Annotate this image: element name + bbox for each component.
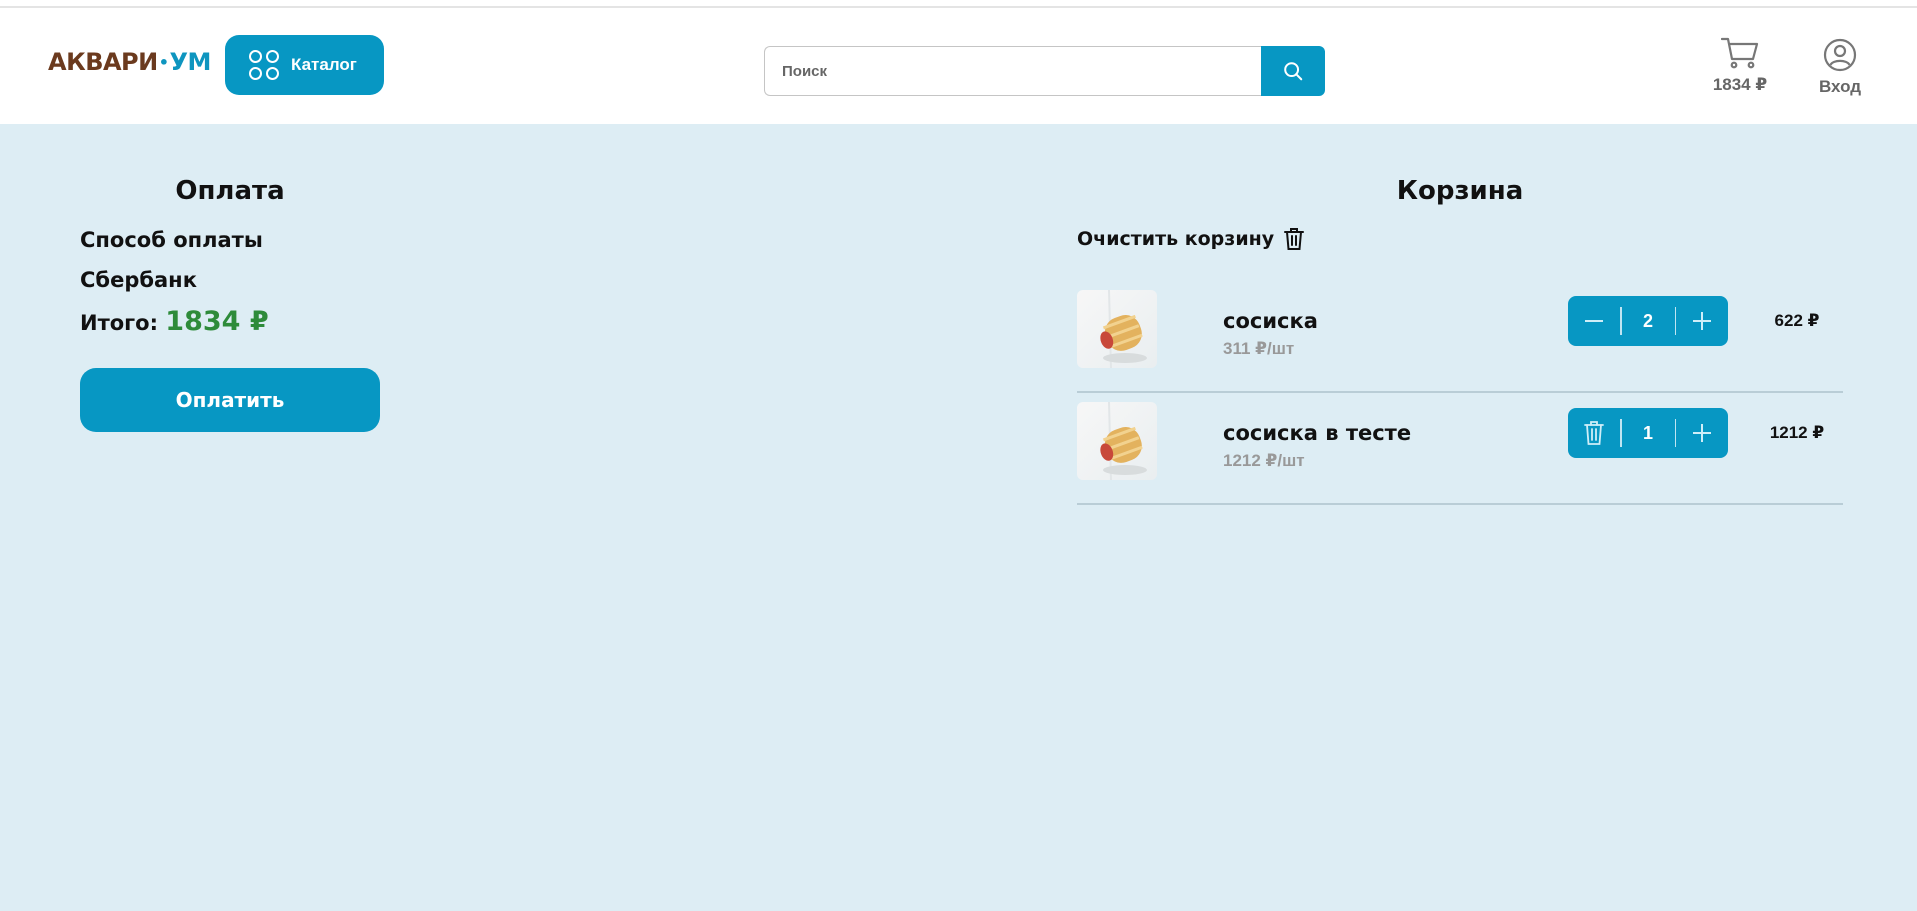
- payment-title: Оплата: [175, 176, 285, 206]
- logo-dot: •: [158, 52, 169, 72]
- remove-item-button[interactable]: [1568, 408, 1620, 458]
- increase-button[interactable]: [1676, 296, 1728, 346]
- catalog-grid-icon: [249, 50, 279, 80]
- decrease-button[interactable]: [1568, 296, 1620, 346]
- header-cart[interactable]: 1834 ₽: [1700, 36, 1780, 95]
- sausage-roll-image: [1100, 290, 1147, 368]
- product-unit-price: 1212 ₽/шт: [1223, 451, 1305, 470]
- item-total-price: 622 ₽: [1774, 311, 1820, 330]
- quantity-stepper: 1: [1568, 408, 1728, 458]
- product-image[interactable]: [1077, 402, 1157, 480]
- catalog-label: Каталог: [291, 55, 357, 74]
- site-logo[interactable]: АКВАРИ • УМ: [48, 48, 211, 76]
- site-header: АКВАРИ•УМ Каталог 1834 ₽ Вход: [0, 6, 1917, 124]
- clear-cart-button[interactable]: Очистить корзину: [1077, 227, 1305, 251]
- minus-icon: [1585, 320, 1603, 322]
- login-button[interactable]: Вход: [1818, 38, 1862, 97]
- total-value: 1834 ₽: [165, 306, 269, 337]
- quantity-stepper: 2: [1568, 296, 1728, 346]
- cart-item: сосиска 311 ₽/шт 2 622 ₽: [1077, 281, 1843, 393]
- plus-icon: [1693, 312, 1711, 330]
- product-name[interactable]: сосиска в тесте: [1223, 421, 1411, 445]
- trash-icon: [1284, 228, 1305, 250]
- quantity-value: 2: [1642, 310, 1653, 331]
- product-unit-price: 311 ₽/шт: [1223, 339, 1295, 358]
- cart-title: Корзина: [1396, 176, 1524, 206]
- quantity-value: 1: [1642, 422, 1653, 443]
- payment-total: Итого: 1834 ₽: [80, 306, 269, 337]
- cart-item: сосиска в тесте 1212 ₽/шт 1 1212 ₽: [1077, 393, 1843, 505]
- total-label: Итого:: [80, 311, 158, 335]
- item-total-price: 1212 ₽: [1769, 423, 1825, 442]
- logo-text-right: УМ: [169, 48, 211, 76]
- product-image[interactable]: [1077, 290, 1157, 368]
- search-bar: [764, 46, 1325, 96]
- login-label: Вход: [1818, 77, 1862, 96]
- search-icon: [1284, 62, 1303, 81]
- product-name[interactable]: сосиска: [1223, 309, 1318, 333]
- plus-icon: [1693, 424, 1711, 442]
- cart-sum: 1834 ₽: [1712, 75, 1768, 94]
- logo-text-left: АКВАРИ: [48, 48, 158, 76]
- cart-icon: [1721, 37, 1759, 69]
- pay-button[interactable]: Оплатить: [80, 368, 380, 432]
- sausage-roll-image: [1100, 402, 1147, 480]
- search-input[interactable]: [764, 46, 1261, 96]
- payment-method-value[interactable]: Сбербанк: [80, 268, 197, 292]
- clear-cart-label: Очистить корзину: [1077, 228, 1275, 250]
- search-button[interactable]: [1261, 46, 1325, 96]
- catalog-button[interactable]: Каталог: [225, 35, 384, 95]
- trash-icon: [1584, 421, 1604, 445]
- payment-method-label: Способ оплаты: [80, 228, 263, 252]
- user-icon: [1823, 38, 1857, 72]
- increase-button[interactable]: [1676, 408, 1728, 458]
